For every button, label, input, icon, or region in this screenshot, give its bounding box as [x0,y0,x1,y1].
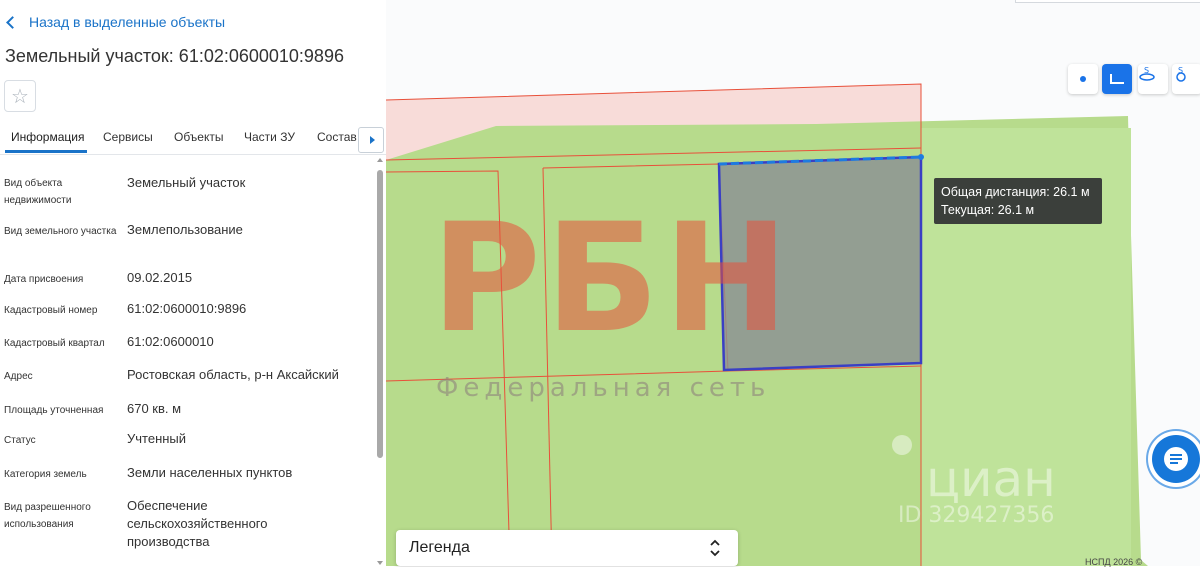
point-measure-icon [1080,76,1086,82]
info-label: Кадастровый квартал [4,338,105,349]
scroll-up-arrow[interactable] [377,158,383,162]
caret-right-icon [369,136,375,144]
tab-services[interactable]: Сервисы [103,130,153,144]
info-label: Кадастровый номер [4,305,98,316]
info-value: 61:02:0600010:9896 [127,301,247,316]
info-value: Обеспечение сельскохозяйственного произв… [127,498,268,549]
search-box-edge [1015,0,1200,3]
tab-information[interactable]: Информация [11,130,84,144]
info-panel: Назад в выделенные объекты Земельный уча… [0,0,386,566]
measure-tooltip: Общая дистанция: 26.1 м Текущая: 26.1 м [934,178,1102,224]
scroll-down-arrow[interactable] [377,561,383,565]
radius-measure-icon: S [1176,66,1186,82]
tab-parts[interactable]: Части ЗУ [244,130,295,144]
radius-tool-button[interactable]: S [1172,64,1200,94]
info-value: Земельный участок [127,175,246,190]
distance-tool-button[interactable] [1102,64,1132,94]
cian-watermark-text: циан [926,450,1056,508]
chevron-left-icon [6,15,19,29]
favorite-button[interactable]: ☆ [4,80,36,112]
info-value: Землепользование [127,222,243,237]
rbn-watermark-subtitle: Федеральная сеть [436,373,770,403]
info-value: 61:02:0600010 [127,334,214,349]
distance-measure-icon [1110,74,1124,84]
info-value: Ростовская область, р-н Аксайский [127,367,339,382]
tabs-scroll-right-button[interactable] [358,127,384,153]
scrollbar-thumb[interactable] [377,170,383,458]
legend-label: Легенда [409,539,470,556]
legend-dropdown[interactable]: Легенда [396,530,738,566]
info-value: Земли населенных пунктов [127,465,293,480]
back-to-selection-link[interactable]: Назад в выделенные объекты [6,14,226,30]
tab-objects[interactable]: Объекты [174,130,224,144]
info-label: Статус [4,435,36,446]
chat-icon [1164,447,1188,471]
map-canvas[interactable]: РБН Федеральная сеть циан ID 329427356 S… [386,0,1200,566]
total-distance: Общая дистанция: 26.1 м [941,185,1090,199]
info-label: Дата присвоения [4,274,84,285]
info-label: Адрес [4,371,33,382]
info-label: Вид объекта недвижимости [4,178,72,206]
info-label: Площадь уточненная [4,405,104,416]
tab-composition[interactable]: Состав [317,130,357,144]
area-tool-button[interactable]: S [1138,64,1168,94]
cian-watermark-id: ID 329427356 [898,503,1054,528]
area-measure-icon: S [1139,66,1155,81]
info-label: Категория земель [4,469,87,480]
star-icon: ☆ [11,85,29,108]
info-value: 09.02.2015 [127,270,193,285]
rbn-watermark: РБН [431,192,793,366]
current-distance: Текущая: 26.1 м [941,203,1035,217]
point-tool-button[interactable] [1068,64,1098,94]
active-tab-indicator [5,150,87,153]
info-value: 670 кв. м [127,401,182,416]
info-label: Вид разрешенного использования [4,502,91,530]
measure-point [918,154,924,160]
chat-button[interactable] [1152,435,1200,483]
back-link-label: Назад в выделенные объекты [29,14,226,30]
sort-chevrons-icon [710,539,720,557]
info-value: Учтенный [127,431,187,446]
info-label: Вид земельного участка [4,226,117,237]
page-title: Земельный участок: 61:02:0600010:9896 [5,46,344,66]
